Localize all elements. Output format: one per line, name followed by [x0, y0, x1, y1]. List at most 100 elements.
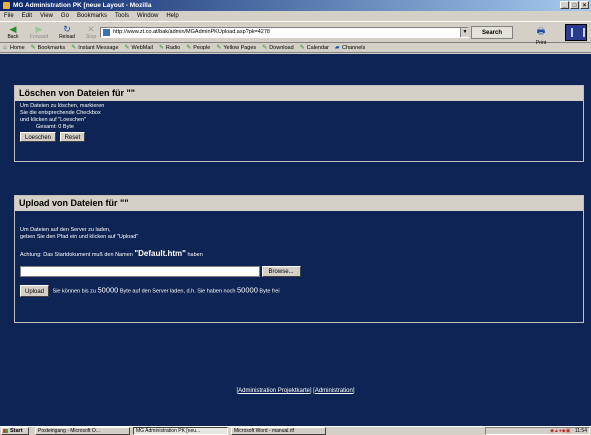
forward-button[interactable]: ▶ Forward: [28, 23, 50, 42]
personal-toolbar: ⌂ Home ✎ Bookmarks ✎ Instant Message ✎ WebMa…: [0, 43, 591, 53]
upload-limit-value: 50000: [97, 285, 119, 295]
free-space-value: 50000: [237, 285, 258, 295]
forward-arrow-icon: ▶: [35, 24, 43, 34]
toolbar-people-label: People: [193, 44, 211, 51]
toolbar-calendar[interactable]: ✎ Calendar: [300, 43, 329, 52]
toolbar-home-label: Home: [10, 44, 25, 51]
toolbar-radio-label: Radio: [165, 44, 181, 51]
bookmarks-icon: ✎: [30, 44, 36, 51]
search-button[interactable]: Search: [471, 26, 513, 39]
print-button[interactable]: 🖶 Print: [530, 23, 552, 46]
toolbar-people[interactable]: ✎ People: [186, 43, 210, 52]
stop-icon: ✕: [87, 24, 95, 34]
upload-button[interactable]: Upload: [20, 285, 50, 297]
channels-icon: ▰: [334, 44, 340, 51]
footer-links: [Administration Projektkarte] [Administr…: [0, 388, 591, 394]
toolbar-calendar-label: Calendar: [306, 44, 329, 51]
page-content: Löschen von Dateien für "" Um Dateien zu…: [0, 54, 591, 426]
upload-limit-text-c: Byte frei: [259, 288, 280, 295]
url-input[interactable]: http://www.zt.co.at/bak/admin/MGAdminPKU…: [100, 27, 469, 38]
bookmark-icon: ✎: [124, 44, 130, 51]
upload-instructions-line1: Um Dateien auf den Server zu laden,: [20, 227, 111, 233]
upload-instructions-line2: geben Sie den Pfad ein und klicken auf "…: [20, 234, 139, 240]
start-button[interactable]: Start: [1, 427, 29, 435]
bookmark-icon: ✎: [216, 44, 222, 51]
task-outlook[interactable]: Posteingang - Microsoft O...: [35, 427, 130, 435]
back-button[interactable]: ◀ Back: [2, 23, 24, 42]
delete-instructions-line3: und klicken auf "Loeschen": [20, 117, 86, 123]
stop-label: Stop: [85, 34, 97, 40]
upload-note-suffix: haben: [187, 252, 203, 258]
footer-bracket-close: ]: [352, 388, 355, 394]
home-icon: ⌂: [3, 44, 7, 51]
close-button[interactable]: ×: [580, 1, 589, 9]
reset-button[interactable]: Reset: [59, 132, 86, 142]
navigation-toolbar: ◀ Back ▶ Forward ↻ Reload ✕ Stop http://…: [0, 21, 591, 46]
minimize-button[interactable]: _: [560, 1, 569, 9]
menu-tools[interactable]: Tools: [115, 11, 129, 21]
reload-icon: ↻: [63, 24, 71, 34]
total-size: Gesamt: 0 Byte: [36, 124, 74, 130]
printer-icon: 🖶: [536, 26, 546, 36]
browse-button[interactable]: Browse...: [261, 266, 301, 277]
back-arrow-icon: ◀: [9, 24, 17, 34]
delete-instructions-line2: Sie die entsprechende Checkbox: [20, 110, 101, 116]
link-administration[interactable]: Administration: [315, 388, 353, 394]
menu-edit[interactable]: Edit: [22, 11, 32, 21]
menu-file[interactable]: File: [4, 11, 14, 21]
tray-icons[interactable]: ◆▲●◆▣: [550, 428, 570, 434]
toolbar-yellow-pages-label: Yellow Pages: [223, 44, 257, 51]
delete-section-heading: Löschen von Dateien für "": [15, 86, 583, 101]
menu-window[interactable]: Window: [137, 11, 158, 21]
delete-button[interactable]: Loeschen: [20, 132, 57, 142]
default-filename: "Default.htm": [134, 249, 186, 258]
system-tray: ◆▲●◆▣ 11:54: [485, 427, 590, 435]
bookmark-icon: ✎: [262, 44, 268, 51]
link-administration-projektkarte[interactable]: Administration Projektkarte: [238, 388, 310, 394]
reload-button[interactable]: ↻ Reload: [56, 23, 78, 42]
stop-button[interactable]: ✕ Stop: [80, 23, 102, 42]
toolbar-yellow-pages[interactable]: ✎ Yellow Pages: [216, 43, 256, 52]
delete-instructions-line1: Um Dateien zu löschen, markieren: [20, 103, 105, 109]
toolbar-bookmarks[interactable]: ✎ Bookmarks: [31, 43, 66, 52]
windows-taskbar: Start Posteingang - Microsoft O... MG Ad…: [0, 426, 591, 435]
page-icon: [103, 29, 110, 36]
window-titlebar[interactable]: MG Administration PK [neue Layout - Mozi…: [0, 0, 591, 11]
toolbar-webmail[interactable]: ✎ WebMail: [125, 43, 153, 52]
forward-label: Forward: [29, 34, 49, 40]
toolbar-download-label: Download: [269, 44, 294, 51]
menu-go[interactable]: Go: [61, 11, 69, 21]
upload-section: Upload von Dateien für "" Um Dateien auf…: [14, 195, 584, 323]
mozilla-app-icon: [3, 2, 10, 9]
back-label: Back: [7, 34, 19, 40]
menu-view[interactable]: View: [40, 11, 53, 21]
toolbar-radio[interactable]: ✎ Radio: [159, 43, 180, 52]
url-dropdown-icon[interactable]: ▼: [460, 28, 469, 37]
clock: 11:54: [574, 428, 587, 434]
mozilla-throbber-icon[interactable]: [565, 24, 587, 41]
menu-help[interactable]: Help: [166, 11, 178, 21]
bookmark-icon: ✎: [186, 44, 192, 51]
toolbar-webmail-label: WebMail: [131, 44, 153, 51]
file-path-input[interactable]: [20, 266, 260, 277]
upload-note-prefix: Achtung: Das Startdokument muß den Namen: [20, 252, 133, 258]
task-word[interactable]: Microsoft Word - manual.rtf: [231, 427, 326, 435]
bookmark-icon: ✎: [71, 44, 77, 51]
toolbar-download[interactable]: ✎ Download: [262, 43, 293, 52]
toolbar-channels[interactable]: ▰ Channels: [335, 43, 365, 52]
reload-label: Reload: [59, 34, 75, 40]
task-mozilla[interactable]: MG Administration PK [neu...: [133, 427, 228, 435]
menu-bookmarks[interactable]: Bookmarks: [77, 11, 107, 21]
bookmark-icon: ✎: [299, 44, 305, 51]
menu-bar: File Edit View Go Bookmarks Tools Window…: [0, 11, 591, 21]
toolbar-home[interactable]: ⌂ Home: [3, 43, 25, 52]
toolbar-channels-label: Channels: [341, 44, 366, 51]
bookmark-icon: ✎: [158, 44, 164, 51]
upload-limit-text-b: Byte auf den Server laden, d.h. Sie habe…: [119, 288, 236, 295]
toolbar-instant-message-label: Instant Message: [78, 44, 119, 51]
toolbar-instant-message[interactable]: ✎ Instant Message: [71, 43, 118, 52]
delete-section: Löschen von Dateien für "" Um Dateien zu…: [14, 85, 584, 162]
maximize-button[interactable]: □: [570, 1, 579, 9]
window-title: MG Administration PK [neue Layout - Mozi…: [13, 2, 152, 9]
upload-limit-text-a: Sie können bis zu: [52, 288, 96, 295]
